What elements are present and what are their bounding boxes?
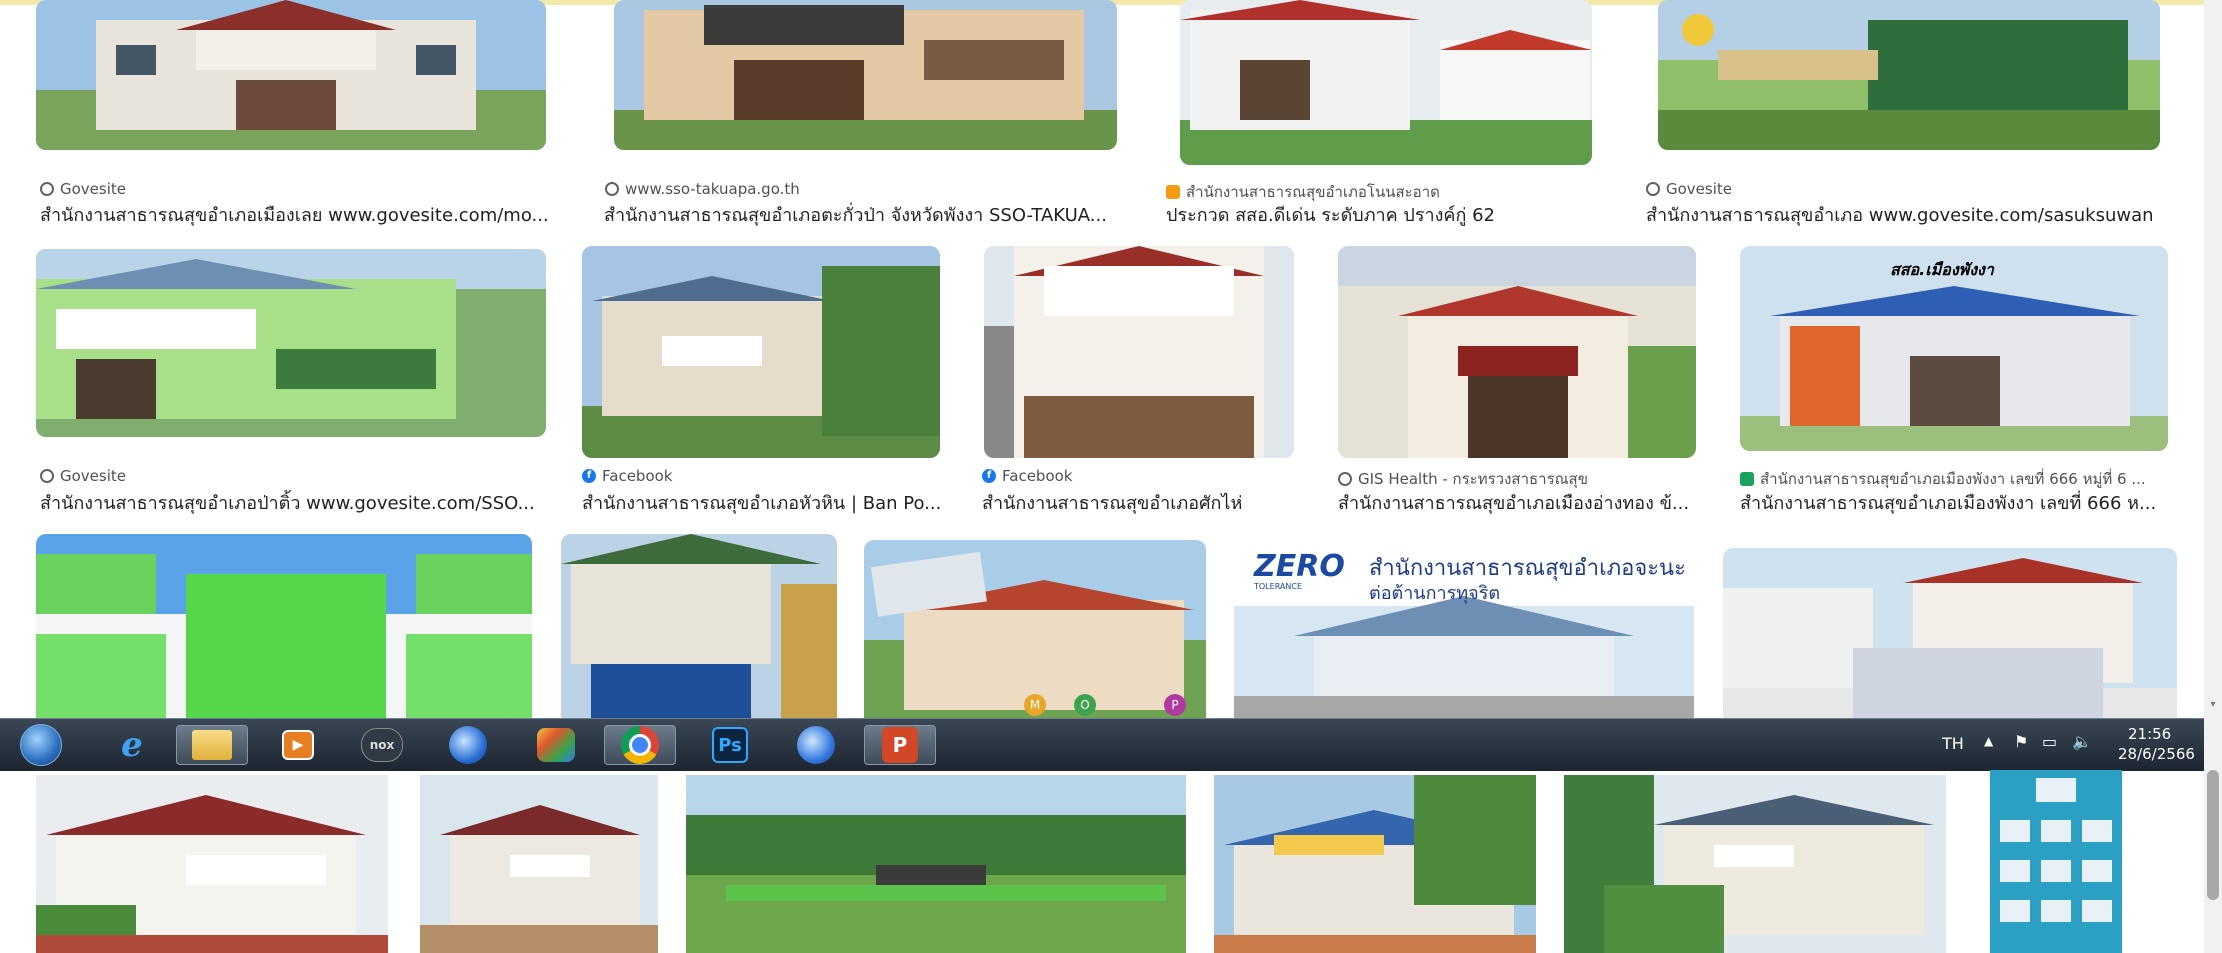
image-result-20[interactable] (1990, 770, 2122, 953)
site-favicon-icon (1166, 185, 1180, 199)
image-result-5[interactable] (36, 249, 546, 437)
start-button[interactable] (10, 724, 72, 766)
powerpoint-icon: P (882, 727, 918, 763)
photoshop-icon: Ps (712, 727, 748, 763)
result-source[interactable]: Govesite (40, 467, 126, 485)
result-caption[interactable]: สำนักงานสาธารณสุขอำเภอตะกั่วป่า จังหวัดพ… (604, 200, 1124, 229)
image-result-11[interactable] (561, 534, 837, 718)
result-caption[interactable]: สำนักงานสาธารณสุขอำเภอเมืองอ่างทอง ข้... (1338, 488, 1698, 517)
result-caption[interactable]: สำนักงานสาธารณสุขอำเภอ www.govesite.com/… (1646, 200, 2186, 229)
windows-start-icon (20, 724, 62, 766)
globe-icon (605, 182, 619, 196)
language-indicator[interactable]: TH (1942, 734, 1964, 753)
result-caption[interactable]: สำนักงานสาธารณสุขอำเภอศักไห่ (982, 488, 1302, 517)
letter-badge: P (1164, 694, 1186, 716)
image-result-15[interactable] (36, 775, 388, 953)
taskbar-nox[interactable]: nox (346, 725, 418, 765)
bluestacks-icon (537, 728, 575, 762)
globe-icon (40, 469, 54, 483)
image-result-6[interactable] (582, 246, 940, 458)
show-hidden-icons-icon[interactable]: ▲ (1984, 734, 1993, 748)
taskbar-photoshop[interactable]: Ps (694, 725, 766, 765)
image-result-18[interactable] (1214, 775, 1536, 953)
source-label: Govesite (1666, 180, 1732, 198)
source-label: Facebook (602, 467, 673, 485)
taskbar-browser[interactable] (432, 725, 504, 765)
taskbar-file-explorer[interactable] (176, 725, 248, 765)
taskbar-browser-2[interactable] (780, 725, 852, 765)
result-caption[interactable]: สำนักงานสาธารณสุขอำเภอหัวหิน | Ban Po... (582, 488, 942, 517)
image-result-4[interactable] (1658, 0, 2160, 150)
nox-icon: nox (361, 728, 403, 762)
result-source[interactable]: Govesite (1646, 180, 1732, 198)
windows-taskbar: e ▶ nox Ps P TH ▲ ⚑ ▭ 🔈 21:56 28/6/2566 (0, 718, 2204, 771)
globe-icon (1646, 182, 1660, 196)
image-result-3[interactable] (1180, 0, 1592, 165)
result-source[interactable]: f Facebook (582, 467, 672, 485)
chrome-icon (621, 726, 659, 764)
source-label: Facebook (1002, 467, 1073, 485)
image-result-9[interactable]: สสอ.เมืองพังงา (1740, 246, 2168, 451)
source-label: www.sso-takuapa.go.th (625, 180, 800, 198)
browser-globe-icon (797, 726, 835, 764)
image-result-12[interactable]: M O P (864, 540, 1206, 718)
source-label: Govesite (60, 467, 126, 485)
clock-time[interactable]: 21:56 (2128, 725, 2171, 743)
image-result-1[interactable] (36, 0, 546, 150)
image-result-14[interactable] (1723, 548, 2177, 718)
site-favicon-icon (1740, 472, 1754, 486)
facebook-icon: f (982, 469, 996, 483)
image-result-13[interactable]: ZERO TOLERANCE สำนักงานสาธารณสุขอำเภอจะน… (1234, 546, 1694, 718)
internet-explorer-icon: e (121, 725, 143, 765)
result-caption[interactable]: สำนักงานสาธารณสุขอำเภอเมืองพังงา เลขที่ … (1740, 488, 2172, 517)
volume-icon[interactable]: 🔈 (2072, 732, 2092, 751)
image-result-2[interactable] (614, 0, 1117, 150)
image-result-7[interactable] (984, 246, 1294, 458)
zero-tolerance-logo: ZERO TOLERANCE (1254, 549, 1345, 592)
clock-date[interactable]: 28/6/2566 (2118, 745, 2195, 763)
result-source[interactable]: Govesite (40, 180, 126, 198)
image-result-10[interactable] (36, 534, 532, 718)
globe-icon (1338, 472, 1352, 486)
browser-globe-icon (449, 726, 487, 764)
source-label: Govesite (60, 180, 126, 198)
image-result-19[interactable] (1564, 775, 1946, 953)
facebook-icon: f (582, 469, 596, 483)
folder-icon (192, 730, 232, 760)
building-sign: สสอ.เมืองพังงา (1890, 260, 1994, 279)
globe-icon (40, 182, 54, 196)
action-center-flag-icon[interactable]: ⚑ (2014, 732, 2028, 751)
scrollbar-thumb[interactable] (2207, 770, 2219, 900)
result-caption[interactable]: สำนักงานสาธารณสุขอำเภอป่าติ้ว www.govesi… (40, 488, 540, 517)
result-caption[interactable]: สำนักงานสาธารณสุขอำเภอเมืองเลย www.goves… (40, 200, 560, 229)
banner-subtitle: ต่อต้านการทุจริต (1369, 583, 1501, 604)
scroll-down-arrow-icon[interactable]: ▾ (2208, 700, 2218, 710)
letter-badge: M (1024, 694, 1046, 716)
taskbar-chrome[interactable] (604, 725, 676, 765)
taskbar-media-player[interactable]: ▶ (262, 725, 334, 765)
letter-badge: O (1074, 694, 1096, 716)
media-player-icon: ▶ (282, 730, 314, 760)
image-result-16[interactable] (420, 775, 658, 953)
result-source[interactable]: www.sso-takuapa.go.th (605, 180, 800, 198)
network-icon[interactable]: ▭ (2042, 732, 2057, 751)
image-result-17[interactable] (686, 775, 1186, 953)
taskbar-powerpoint[interactable]: P (864, 725, 936, 765)
result-caption[interactable]: ประกวด สสอ.ดีเด่น ระดับภาค ปรางค์กู่ 62 (1166, 200, 1606, 229)
result-source[interactable]: f Facebook (982, 467, 1072, 485)
taskbar-internet-explorer[interactable]: e (96, 725, 168, 765)
taskbar-bluestacks[interactable] (520, 725, 592, 765)
image-result-8[interactable] (1338, 246, 1696, 458)
